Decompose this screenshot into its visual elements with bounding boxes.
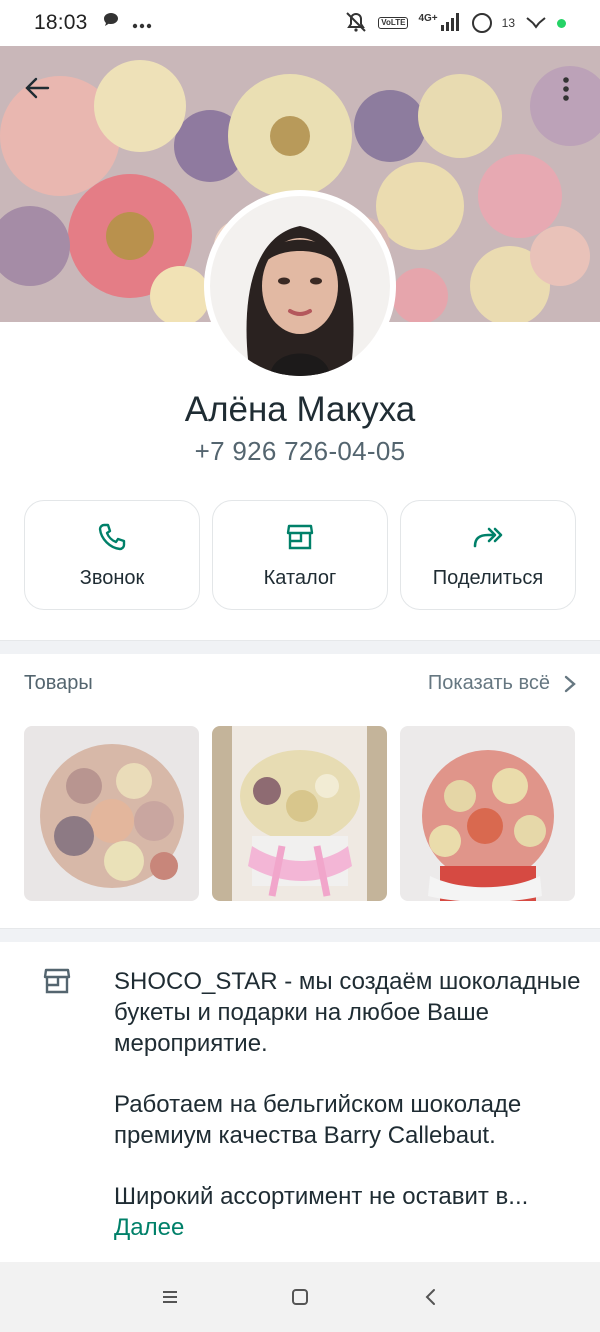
catalog-button[interactable]: Каталог — [212, 500, 388, 610]
recents-button[interactable] — [105, 1262, 235, 1332]
more-options-button[interactable] — [554, 72, 578, 106]
show-all-link[interactable]: Показать всё — [428, 672, 576, 695]
storefront-icon — [284, 521, 316, 553]
product-item[interactable] — [212, 726, 387, 901]
profile-phone: +7 926 726-04-05 — [194, 436, 406, 466]
vpn-icon — [525, 15, 547, 32]
products-list — [24, 726, 576, 901]
battery-icon — [471, 13, 492, 33]
status-bar: 18:03 VoLTE 4G+ 13 — [0, 0, 600, 46]
muted-bell-icon — [344, 11, 368, 36]
business-description: SHOCO_STAR - мы создаём шоколадные букет… — [114, 966, 584, 1243]
share-arrow-icon — [472, 521, 504, 553]
section-divider — [0, 928, 600, 942]
description-paragraph: SHOCO_STAR - мы создаём шоколадные букет… — [114, 968, 581, 1057]
read-more-link[interactable]: Далее — [114, 1212, 584, 1243]
volte-badge: VoLTE — [378, 17, 409, 29]
recents-icon — [163, 1291, 177, 1303]
privacy-indicator-dot — [557, 18, 566, 28]
product-item[interactable] — [24, 726, 199, 901]
system-nav-bar — [0, 1262, 600, 1332]
more-vertical-icon — [563, 77, 569, 101]
chat-bubble-icon — [102, 11, 120, 35]
call-button-label: Звонок — [79, 566, 145, 589]
description-paragraph: Работаем на бельгийском шоколаде премиум… — [114, 1091, 522, 1149]
home-icon — [292, 1289, 308, 1305]
share-button[interactable]: Поделиться — [400, 500, 576, 610]
description-paragraph: Широкий ассортимент не оставит в... — [114, 1183, 529, 1210]
home-button[interactable] — [235, 1262, 365, 1332]
signal-icon — [440, 12, 462, 35]
battery-level: 13 — [501, 16, 515, 30]
back-button[interactable] — [22, 70, 52, 106]
products-title: Товары — [24, 672, 93, 694]
storefront-icon — [42, 966, 72, 996]
more-dots-icon — [132, 12, 152, 35]
action-buttons: Звонок Каталог Поделиться — [24, 500, 576, 610]
profile-name: Алёна Макуха — [184, 390, 416, 429]
show-all-label: Показать всё — [427, 672, 550, 694]
system-back-button[interactable] — [365, 1262, 495, 1332]
chevron-right-icon — [564, 675, 576, 692]
status-time: 18:03 — [34, 11, 88, 34]
catalog-button-label: Каталог — [263, 566, 337, 589]
phone-icon — [96, 521, 128, 553]
products-header: Товары Показать всё — [24, 672, 576, 695]
share-button-label: Поделиться — [432, 566, 544, 589]
call-button[interactable]: Звонок — [24, 500, 200, 610]
product-item[interactable] — [400, 726, 575, 901]
network-label: 4G+ — [418, 12, 438, 24]
section-divider — [0, 640, 600, 654]
avatar[interactable] — [204, 190, 396, 382]
back-icon — [425, 1289, 435, 1305]
arrow-left-icon — [25, 77, 50, 99]
